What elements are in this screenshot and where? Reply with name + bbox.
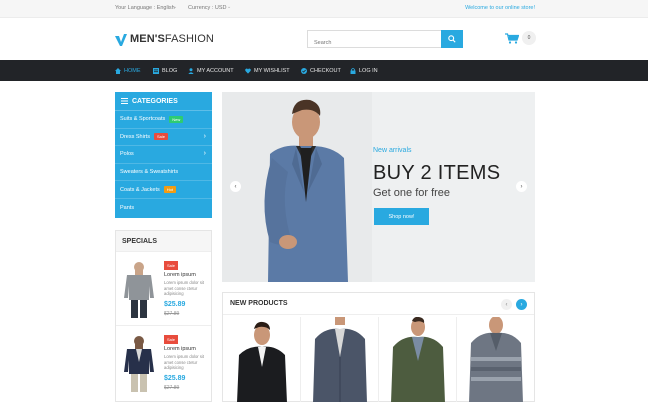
logo-bold: MEN'S xyxy=(130,33,165,45)
chevron-down-icon[interactable]: ⌄ xyxy=(227,4,231,10)
category-item-coats[interactable]: Coats & Jackets Hot xyxy=(115,181,212,199)
product-old-price: $27.89 xyxy=(164,311,180,317)
menu-icon xyxy=(121,98,128,104)
sale-badge: Sale xyxy=(153,133,168,141)
search-input[interactable] xyxy=(308,35,438,51)
nav-label: My Wishlist xyxy=(254,67,290,74)
blog-icon xyxy=(153,67,159,74)
categories-panel: CATEGORIES Suits & Sportcoats New Dress … xyxy=(115,92,212,218)
user-icon xyxy=(188,67,194,74)
hero-subline: Get one for free xyxy=(373,187,451,199)
category-item-suits[interactable]: Suits & Sportcoats New xyxy=(115,111,212,129)
product-old-price: $27.89 xyxy=(164,385,180,391)
category-label: Suits & Sportcoats xyxy=(120,116,166,123)
nav-blog[interactable]: Blog xyxy=(153,60,177,81)
search-button[interactable] xyxy=(441,30,463,48)
nav-label: Blog xyxy=(162,67,178,74)
hero-model-image xyxy=(222,92,372,282)
product-description: Lorem ipsum dolor sit amet conse ctetur … xyxy=(164,280,205,296)
top-bar: Your Language : English ⌄ Currency : USD… xyxy=(0,0,648,18)
hero-slider[interactable]: ‹ › New arrivals BUY 2 ITEMS Get one for… xyxy=(222,92,535,282)
logo-light: FASHION xyxy=(164,33,214,45)
sale-badge: Sale xyxy=(164,261,179,270)
category-item-dress-shirts[interactable]: Dress Shirts Sale › xyxy=(115,129,212,147)
nav-checkout[interactable]: Checkout xyxy=(301,60,341,81)
nav-my-wishlist[interactable]: My Wishlist xyxy=(245,60,290,81)
nav-my-account[interactable]: My Account xyxy=(188,60,234,81)
category-label: Dress Shirts xyxy=(120,133,150,140)
logo[interactable]: MEN'SFASHION xyxy=(115,31,214,47)
new-badge: New xyxy=(169,115,184,123)
product-card[interactable] xyxy=(379,317,457,402)
special-product[interactable]: Sale Lorem ipsum Lorem ipsum dolor sit a… xyxy=(116,251,211,325)
category-label: Polos xyxy=(120,151,134,158)
cart-count: 0 xyxy=(522,31,536,45)
category-item-polos[interactable]: Polos › xyxy=(115,146,212,164)
product-image-patterned-sweater xyxy=(469,317,523,402)
shop-now-button[interactable]: Shop now! xyxy=(374,208,429,225)
nav-label: Home xyxy=(124,67,141,74)
nav-label: Checkout xyxy=(310,67,341,74)
category-item-sweaters[interactable]: Sweaters & Sweatshirts xyxy=(115,164,212,182)
product-image-sweater[interactable] xyxy=(122,260,156,318)
search-box xyxy=(307,30,463,51)
product-card[interactable] xyxy=(223,317,301,402)
new-products-title: NEW PRODUCTS xyxy=(223,293,534,315)
product-image-cardigan[interactable] xyxy=(122,334,156,392)
language-selector[interactable]: Your Language : English xyxy=(115,5,175,11)
specials-title: SPECIALS xyxy=(116,231,211,251)
product-price: $25.89 xyxy=(164,375,186,382)
hot-badge: Hot xyxy=(163,186,176,194)
search-icon xyxy=(448,35,456,43)
nav-label: Log In xyxy=(359,67,378,74)
logo-check-icon xyxy=(115,33,127,46)
new-products-panel: NEW PRODUCTS ‹ › xyxy=(222,292,535,402)
chevron-down-icon[interactable]: ⌄ xyxy=(173,4,177,10)
specials-panel: SPECIALS Sale Lorem ipsum Lorem ipsum do… xyxy=(115,230,212,402)
chevron-right-icon: › xyxy=(203,150,206,158)
main-nav: Home Blog My Account My Wishlist Checkou… xyxy=(0,60,648,81)
product-name[interactable]: Lorem ipsum xyxy=(164,346,196,352)
product-image-shawl-cardigan xyxy=(391,317,445,402)
chevron-right-icon: › xyxy=(203,132,206,140)
header: MEN'SFASHION 0 xyxy=(0,18,648,60)
special-product[interactable]: Sale Lorem ipsum Lorem ipsum dolor sit a… xyxy=(116,325,211,399)
product-card[interactable] xyxy=(457,317,535,402)
category-item-pants[interactable]: Pants xyxy=(115,199,212,217)
nav-log-in[interactable]: Log In xyxy=(350,60,378,81)
product-price: $25.89 xyxy=(164,301,186,308)
currency-selector[interactable]: Currency : USD xyxy=(188,5,227,11)
check-icon xyxy=(301,67,307,74)
product-name[interactable]: Lorem ipsum xyxy=(164,272,196,278)
lock-icon xyxy=(350,67,356,74)
product-card[interactable] xyxy=(301,317,379,402)
product-image-suit xyxy=(237,321,287,402)
slider-next-button[interactable]: › xyxy=(516,181,527,192)
slider-prev-button[interactable]: ‹ xyxy=(230,181,241,192)
cart-button[interactable]: 0 xyxy=(505,31,536,45)
nav-home[interactable]: Home xyxy=(115,60,141,81)
sale-badge: Sale xyxy=(164,335,179,344)
hero-headline: BUY 2 ITEMS xyxy=(373,162,501,184)
home-icon xyxy=(115,67,121,74)
product-description: Lorem ipsum dolor sit amet conse ctetur … xyxy=(164,354,205,370)
welcome-message: Welcome to our online store! xyxy=(465,5,535,11)
categories-title: CATEGORIES xyxy=(132,97,178,105)
carousel-next-button[interactable]: › xyxy=(516,299,527,310)
cart-icon xyxy=(505,32,519,44)
category-label: Sweaters & Sweatshirts xyxy=(120,169,179,176)
category-label: Pants xyxy=(120,204,135,211)
heart-icon xyxy=(245,68,251,74)
carousel-prev-button[interactable]: ‹ xyxy=(501,299,512,310)
category-label: Coats & Jackets xyxy=(120,186,160,193)
product-image-cardigan xyxy=(313,317,367,402)
nav-label: My Account xyxy=(197,67,234,74)
hero-tagline: New arrivals xyxy=(373,147,412,154)
